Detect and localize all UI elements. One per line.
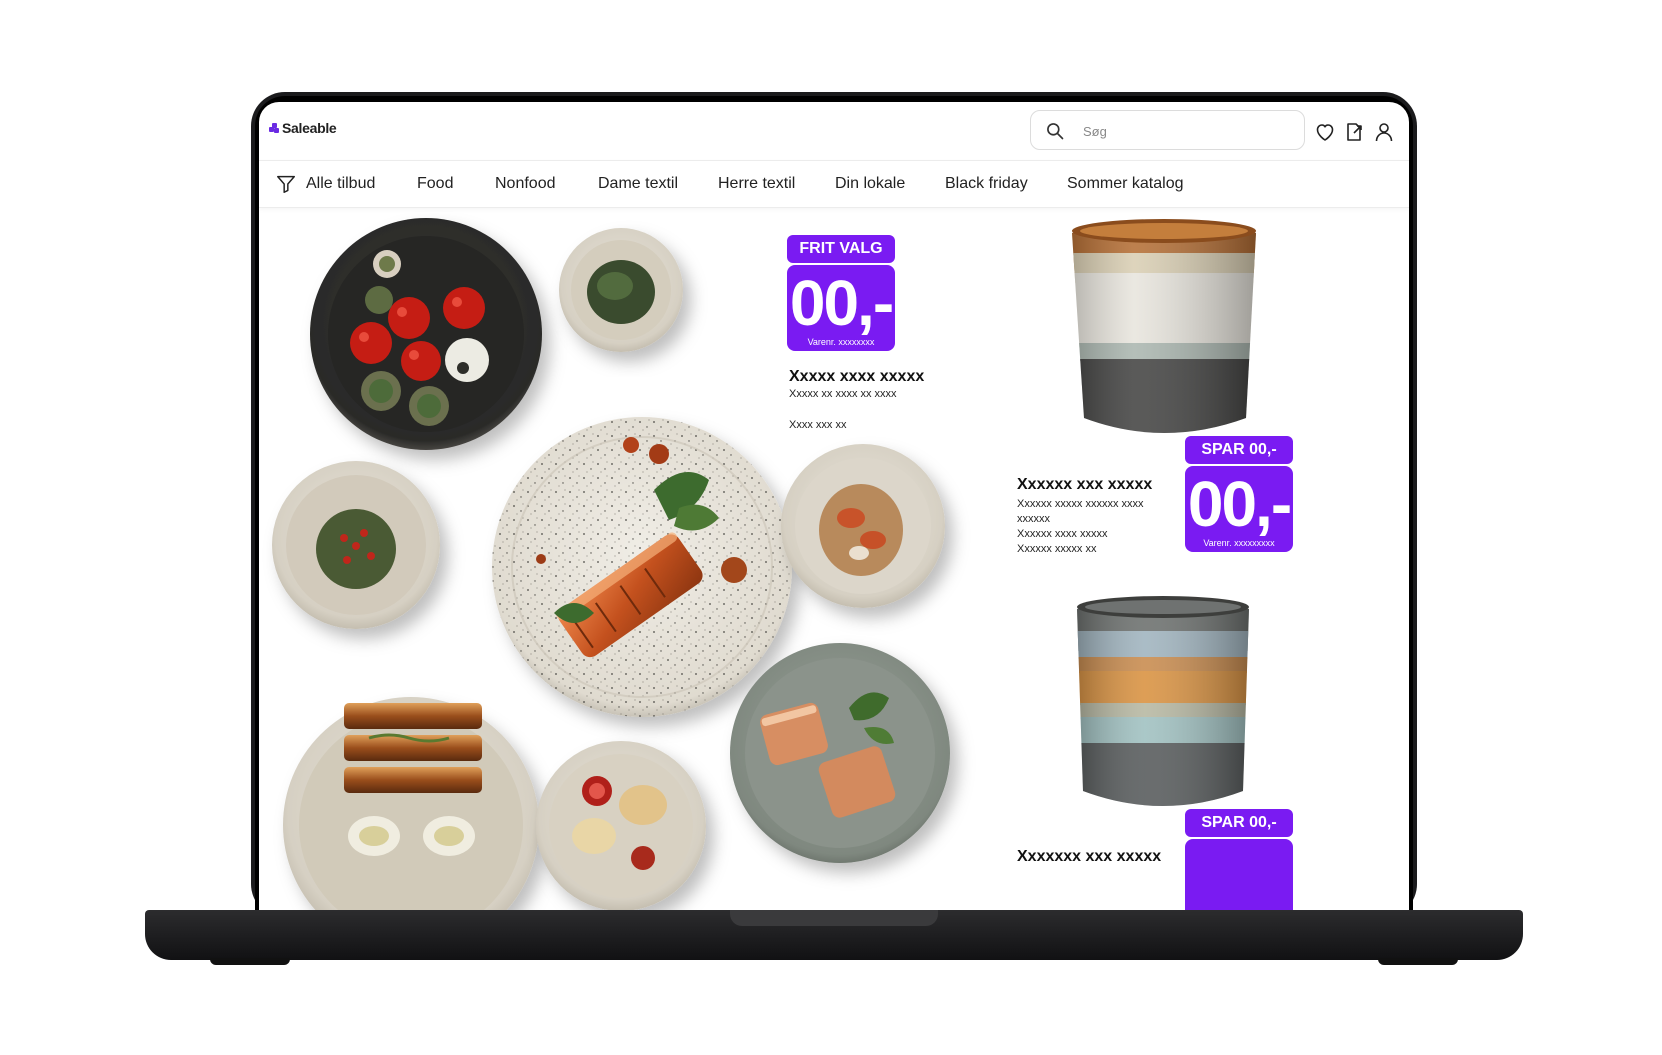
nav-item-sommer-katalog[interactable]: Sommer katalog <box>1067 175 1184 193</box>
heart-icon[interactable] <box>1313 120 1337 144</box>
offer-price: 00,- <box>789 267 894 339</box>
nav-item-din-lokale[interactable]: Din lokale <box>835 175 905 193</box>
offer-description-line: xxxxxx <box>1017 513 1050 525</box>
ceramic-cup-image[interactable] <box>1064 213 1264 443</box>
nav-item-black-friday[interactable]: Black friday <box>945 175 1028 193</box>
offers-content: FRIT VALG 00,- Varenr. xxxxxxxx Xxxxx xx… <box>259 208 1409 910</box>
nav-item-dame-textil[interactable]: Dame textil <box>598 175 678 193</box>
offer-badge-frit-valg: FRIT VALG <box>787 235 895 263</box>
share-icon[interactable] <box>1342 120 1366 144</box>
category-nav: Alle tilbud Food Nonfood Dame textil Her… <box>259 160 1409 208</box>
search-box[interactable] <box>1030 110 1305 150</box>
offer-price-tag[interactable]: 00,- Varenr. xxxxxxxx <box>787 265 895 351</box>
offer-price: 00,- <box>1187 468 1292 540</box>
nav-item-alle-tilbud[interactable]: Alle tilbud <box>306 175 375 193</box>
logo-mark-icon <box>269 122 280 134</box>
search-input[interactable] <box>1083 121 1283 141</box>
laptop-notch <box>730 910 938 926</box>
laptop-foot-right <box>1378 958 1458 965</box>
offer-description-line: Xxxxxx xxxxx xxxxxx xxxx <box>1017 498 1144 510</box>
offer-badge-spar: SPAR 00,- <box>1185 436 1293 464</box>
offer-badge-spar: SPAR 00,- <box>1185 809 1293 837</box>
nav-item-nonfood[interactable]: Nonfood <box>495 175 556 193</box>
offer-price-tag[interactable]: 00,- Varenr. xxxxxxxxx <box>1185 466 1293 552</box>
offer-title[interactable]: Xxxxxxx xxx xxxxx <box>1017 848 1161 866</box>
offer-price-tag[interactable] <box>1185 839 1293 910</box>
user-icon[interactable] <box>1372 120 1396 144</box>
site-header: Saleable <box>259 102 1409 160</box>
browser-screen: Saleable Alle tilbud Food Nonfood Dame t… <box>259 102 1409 910</box>
logo-text: Saleable <box>282 120 337 136</box>
offer-description-line: Xxxxxx xxxx xxxxx <box>1017 528 1108 540</box>
laptop-foot-left <box>210 958 290 965</box>
offer-description-line: Xxxxxx xxxxx xx <box>1017 543 1097 555</box>
logo[interactable]: Saleable <box>269 120 337 136</box>
search-icon[interactable] <box>1045 121 1065 141</box>
filter-icon[interactable] <box>275 173 297 195</box>
offer-title[interactable]: Xxxxx xxxx xxxxx <box>789 368 924 386</box>
offer-title[interactable]: Xxxxxx xxx xxxxx <box>1017 476 1152 494</box>
nav-item-food[interactable]: Food <box>417 175 453 193</box>
ceramic-cup-image[interactable] <box>1071 591 1255 816</box>
nav-item-herre-textil[interactable]: Herre textil <box>718 175 795 193</box>
offer-description: Xxxxx xx xxxx xx xxxx <box>789 388 897 400</box>
offer-extra: Xxxx xxx xx <box>789 419 847 431</box>
